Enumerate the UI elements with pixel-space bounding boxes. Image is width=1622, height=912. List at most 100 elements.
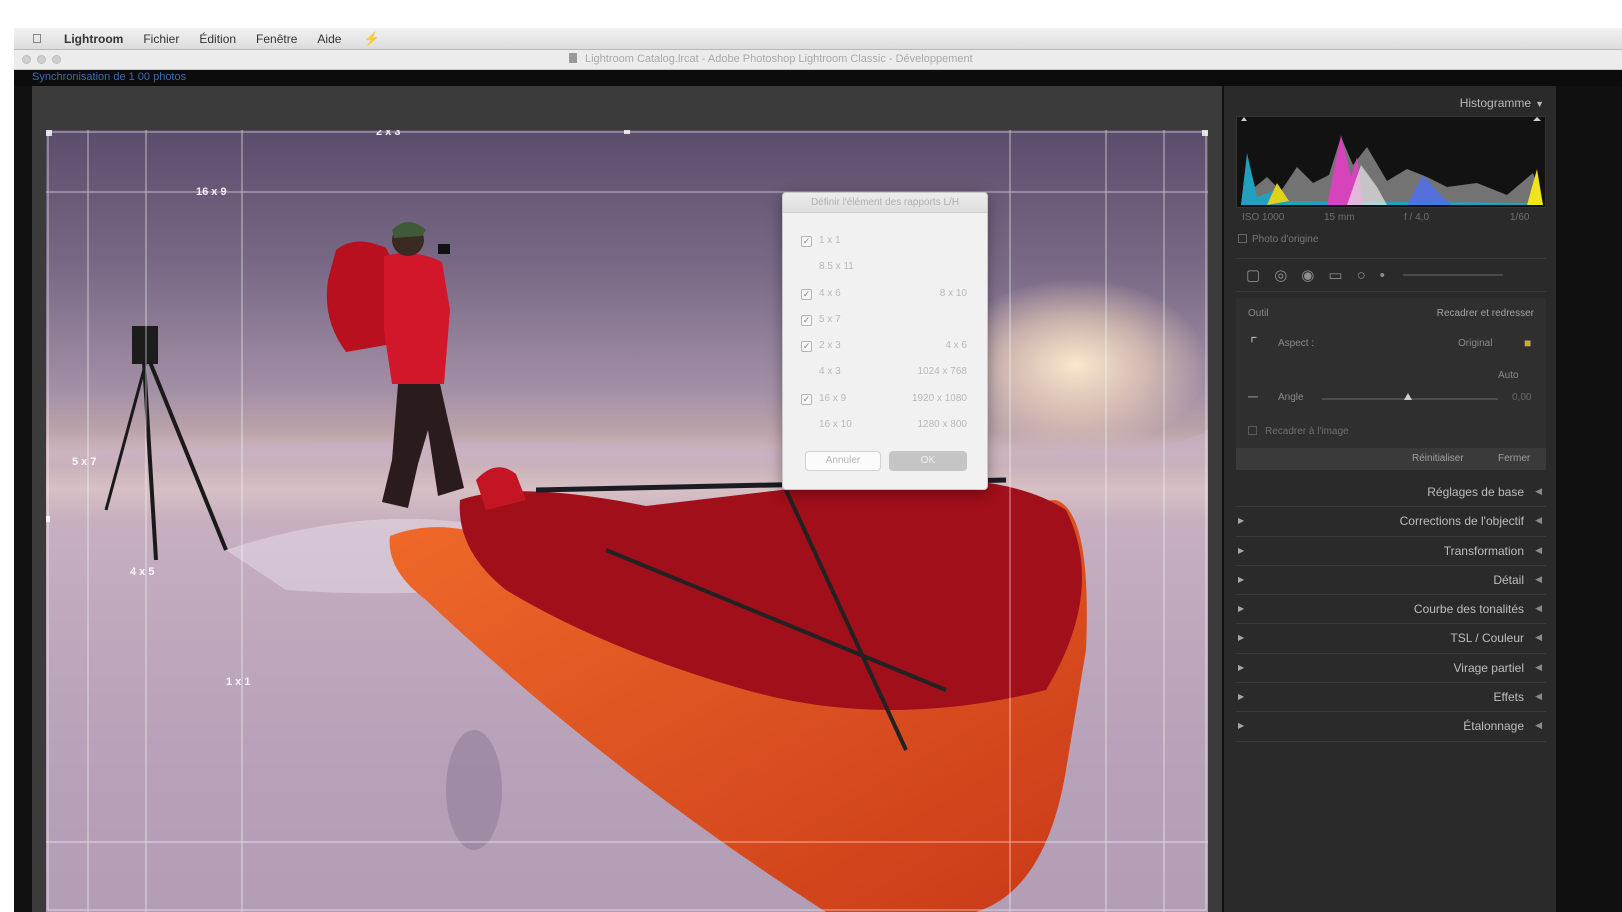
checkbox-icon[interactable] — [1248, 426, 1257, 435]
straighten-icon[interactable]: ─ — [1248, 388, 1258, 404]
window-titlebar: Lightroom Catalog.lrcat - Adobe Photosho… — [14, 50, 1622, 70]
histogram-header[interactable]: Histogramme ▼ — [1460, 96, 1544, 110]
section-basic[interactable]: Réglages de base ◀ — [1236, 478, 1546, 508]
ratio-option-16x9[interactable]: ✓ 16 x 9 1920 x 1080 — [801, 393, 973, 419]
menu-app[interactable]: Lightroom — [64, 32, 123, 46]
ratio-list: ✓ 1 x 1 8.5 x 11 ✓ 4 x 6 8 x 10 ✓ 5 x 7 — [801, 235, 973, 445]
menu-file[interactable]: Fichier — [143, 32, 179, 46]
ratio-option-2x3[interactable]: ✓ 2 x 3 4 x 6 — [801, 340, 973, 366]
window-title-text: Lightroom Catalog.lrcat - Adobe Photosho… — [585, 53, 973, 65]
graduated-filter-icon[interactable]: ▭ — [1328, 266, 1342, 284]
checkbox-checked-icon[interactable]: ✓ — [801, 314, 812, 326]
crop-ratio-label-2x3: 2 x 3 — [376, 130, 401, 138]
disclosure-icon[interactable]: ▶ — [1238, 663, 1244, 672]
chevron-left-icon[interactable]: ◀ — [1535, 574, 1542, 585]
section-split-toning[interactable]: ▶ Virage partiel ◀ — [1236, 654, 1546, 684]
ratio-option-4x3[interactable]: 4 x 3 1024 x 768 — [801, 366, 973, 392]
ratio-detail: 4 x 6 — [945, 340, 967, 352]
disclosure-icon[interactable]: ▶ — [1238, 516, 1244, 525]
apple-icon[interactable]:  — [32, 31, 48, 46]
checkbox-checked-icon[interactable]: ✓ — [801, 236, 812, 247]
section-label: Effets — [1493, 690, 1524, 705]
ratio-label: 16 x 9 — [819, 392, 847, 404]
radial-filter-icon[interactable]: ○ — [1357, 267, 1366, 284]
ok-button[interactable]: OK — [889, 451, 967, 471]
checkbox-unchecked-icon[interactable] — [801, 367, 812, 378]
dialog-title: Définir l'élément des rapports L/H — [783, 193, 987, 213]
chevron-left-icon[interactable]: ◀ — [1535, 632, 1542, 643]
sync-status[interactable]: Synchronisation de 1 00 photos — [32, 71, 186, 83]
checkbox-icon[interactable] — [1238, 234, 1247, 243]
lock-icon[interactable]: ■ — [1524, 336, 1531, 350]
section-hsl-color[interactable]: ▶ TSL / Couleur ◀ — [1236, 624, 1546, 654]
close-window-button[interactable] — [22, 55, 31, 64]
section-effects[interactable]: ▶ Effets ◀ — [1236, 683, 1546, 713]
chevron-left-icon[interactable]: ◀ — [1535, 603, 1542, 614]
angle-value[interactable]: 0,00 — [1512, 392, 1531, 403]
checkbox-unchecked-icon[interactable] — [801, 262, 812, 273]
angle-slider-thumb[interactable] — [1404, 393, 1412, 400]
section-transform[interactable]: ▶ Transformation ◀ — [1236, 537, 1546, 566]
menu-window[interactable]: Fenêtre — [256, 32, 297, 46]
disclosure-icon[interactable]: ▶ — [1238, 546, 1244, 555]
disclosure-icon[interactable]: ▶ — [1238, 575, 1244, 584]
photo[interactable]: 2 x 3 16 x 9 5 x 7 4 x 5 1 x 1 — [46, 130, 1208, 912]
chevron-left-icon[interactable]: ◀ — [1535, 515, 1542, 526]
ratio-label: 4 x 3 — [819, 366, 841, 378]
checkbox-checked-icon[interactable]: ✓ — [801, 393, 812, 405]
chevron-left-icon[interactable]: ◀ — [1535, 662, 1542, 673]
zoom-window-button[interactable] — [52, 55, 61, 64]
collapse-triangle-icon[interactable]: ▼ — [1535, 99, 1544, 109]
tool-slider[interactable] — [1402, 274, 1503, 276]
checkbox-checked-icon[interactable]: ✓ — [801, 341, 812, 353]
aspect-label: Aspect : — [1278, 338, 1315, 349]
chevron-left-icon[interactable]: ◀ — [1535, 486, 1542, 497]
original-photo-toggle[interactable]: Photo d'origine — [1238, 234, 1318, 245]
disclosure-icon[interactable]: ▶ — [1238, 633, 1244, 642]
image-canvas[interactable]: 2 x 3 16 x 9 5 x 7 4 x 5 1 x 1 Définir l… — [32, 86, 1222, 912]
menu-edit[interactable]: Édition — [199, 32, 236, 46]
close-button[interactable]: Fermer — [1498, 453, 1530, 464]
ratio-option-5x7[interactable]: ✓ 5 x 7 — [801, 314, 973, 340]
ratio-label: 8.5 x 11 — [819, 261, 854, 273]
auto-button[interactable]: Auto — [1498, 370, 1519, 381]
aspect-dropdown[interactable]: Original — [1458, 338, 1492, 349]
crop-ratio-label-5x7: 5 x 7 — [72, 456, 97, 468]
disclosure-icon[interactable]: ▶ — [1238, 604, 1244, 613]
ratio-detail: 1280 x 800 — [917, 419, 968, 431]
ratio-detail: 1920 x 1080 — [911, 392, 967, 404]
tool-strip: ▢ ◎ ◉ ▭ ○ • — [1236, 258, 1546, 292]
window-title: Lightroom Catalog.lrcat - Adobe Photosho… — [569, 53, 973, 65]
spot-removal-icon[interactable]: ◎ — [1274, 266, 1287, 284]
chevron-left-icon[interactable]: ◀ — [1535, 545, 1542, 556]
ratio-detail: 1024 x 768 — [917, 366, 968, 378]
ratio-option-4x6[interactable]: ✓ 4 x 6 8 x 10 — [801, 288, 973, 314]
checkbox-unchecked-icon[interactable] — [801, 420, 812, 431]
status-strip: Synchronisation de 1 00 photos — [14, 70, 1622, 86]
crop-ratio-label-16x9: 16 x 9 — [196, 186, 227, 198]
checkbox-checked-icon[interactable]: ✓ — [801, 288, 812, 300]
red-eye-icon[interactable]: ◉ — [1301, 266, 1314, 284]
section-lens-corrections[interactable]: ▶ Corrections de l'objectif ◀ — [1236, 507, 1546, 537]
crop-tool-icon[interactable]: ▢ — [1246, 266, 1260, 284]
crop-ratio-label-4x5: 4 x 5 — [130, 566, 155, 578]
menu-help[interactable]: Aide — [317, 32, 341, 46]
disclosure-icon[interactable]: ▶ — [1238, 721, 1244, 730]
ratio-option-1x1[interactable]: ✓ 1 x 1 — [801, 235, 973, 261]
section-calibration[interactable]: ▶ Étalonnage ◀ — [1236, 712, 1546, 742]
ratio-option-16x10[interactable]: 16 x 10 1280 x 800 — [801, 419, 973, 445]
histogram-title: Histogramme — [1459, 96, 1532, 110]
chevron-left-icon[interactable]: ◀ — [1535, 720, 1542, 731]
minimize-window-button[interactable] — [37, 55, 46, 64]
section-detail[interactable]: ▶ Détail ◀ — [1236, 566, 1546, 596]
constrain-to-image[interactable]: Recadrer à l'image — [1248, 426, 1349, 437]
brush-icon[interactable]: • — [1380, 267, 1385, 284]
bolt-icon[interactable]: ⚡ — [363, 31, 379, 47]
disclosure-icon[interactable]: ▶ — [1238, 692, 1244, 701]
cancel-button[interactable]: Annuler — [805, 451, 881, 471]
crop-frame-icon[interactable]: ⌜ — [1250, 334, 1258, 354]
ratio-option-8-5x11[interactable]: 8.5 x 11 — [801, 261, 973, 287]
section-tone-curve[interactable]: ▶ Courbe des tonalités ◀ — [1236, 595, 1546, 625]
reset-button[interactable]: Réinitialiser — [1412, 453, 1464, 464]
chevron-left-icon[interactable]: ◀ — [1535, 691, 1542, 702]
